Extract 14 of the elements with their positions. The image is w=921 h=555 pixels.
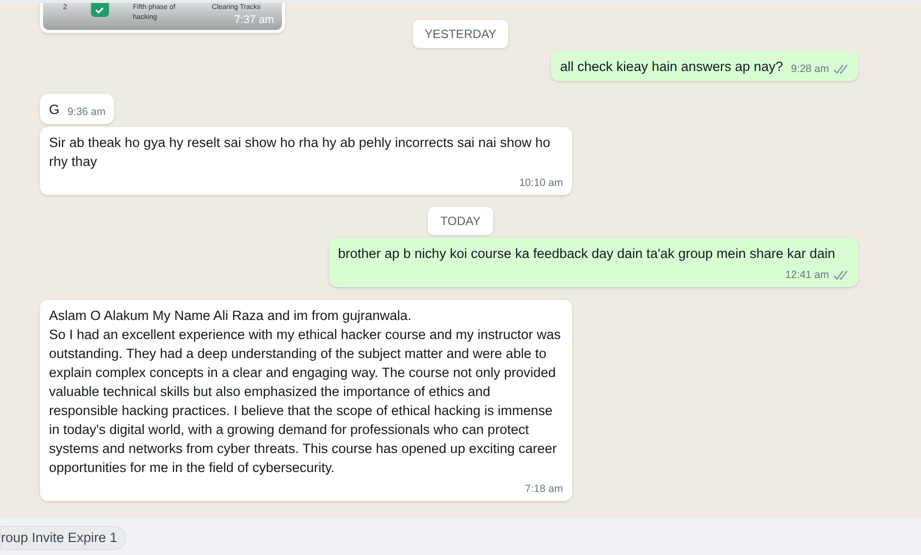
message-text: Aslam O Alakum My Name Ali Raza and im from gujranwala. So I had an excellent experience with my ethical hacker course and my instructor was outstanding. They had a deep understanding of the subject matter and were able to explain complex concepts in a clear and engaging way. The course not only provided valuable technical skills but also emphasized the importance of ethics and responsible hacking practices. I believe that the scope of ethical hacking is immense in today's digital world, with a growing demand for professionals who can protect systems and networks from cyber threats. This course has opened up exciting career opportunities for me in the field of cybersecurity. xyxy=(49,307,562,477)
date-label: YESTERDAY xyxy=(412,20,508,48)
message-text: Sir ab theak ho gya hy reselt sai show ho rha hy ab pehly incorrects sai nai show ho rhy thay xyxy=(49,134,552,171)
message-time: 10:10 am xyxy=(519,176,563,191)
message-time: 9:36 am xyxy=(68,105,106,120)
message-text: G xyxy=(49,101,60,119)
message-time: 7:37 am xyxy=(234,12,274,28)
date-label: TODAY xyxy=(428,207,493,235)
message-text: all check kieay hain answers ap nay? xyxy=(560,58,784,76)
message-text: brother ap b nichy koi course ka feedback day dain ta'ak group mein share kar dain xyxy=(338,245,836,263)
message-time: 7:18 am xyxy=(525,482,563,497)
message-time: 12:41 am xyxy=(785,268,829,283)
suggestion-chip[interactable]: roup Invite Expire 1 xyxy=(0,526,126,550)
message-time: 9:28 am xyxy=(791,62,829,77)
